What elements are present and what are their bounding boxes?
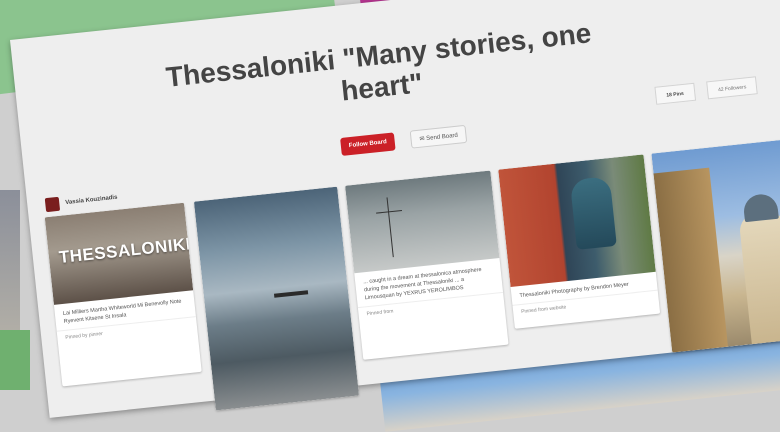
pin-card[interactable] <box>651 137 780 353</box>
follow-board-button[interactable]: Follow Board <box>340 132 396 156</box>
pin-card[interactable] <box>193 186 360 411</box>
owner-name[interactable]: Vassia Kouzinadis <box>65 195 118 206</box>
pin-image-text: THESSALONIKI <box>58 234 192 268</box>
send-board-button[interactable]: ✉ Send Board <box>409 124 468 149</box>
pin-card[interactable]: THESSALONIKI Lai Milliers Martha Whitewo… <box>44 202 202 387</box>
pin-image[interactable] <box>193 186 360 411</box>
pin-image[interactable] <box>498 154 656 288</box>
background-photo-left <box>0 190 20 350</box>
ship-silhouette <box>273 290 309 298</box>
background-green-bottom <box>0 330 30 390</box>
building-facade <box>653 167 728 353</box>
tower-silhouette <box>738 210 780 345</box>
statue-silhouette <box>569 176 617 250</box>
pin-image[interactable] <box>651 137 780 353</box>
pin-image[interactable] <box>345 170 500 274</box>
pin-card[interactable]: ... caught in a dream at thessalonica at… <box>345 170 509 360</box>
mast-silhouette <box>386 197 394 258</box>
dome-silhouette <box>742 192 779 223</box>
pin-card[interactable]: Thessaloniki Photography by Brendon Meye… <box>498 154 661 329</box>
tab-pins[interactable]: 18 Pins <box>654 82 696 105</box>
avatar[interactable] <box>44 196 61 213</box>
tab-followers[interactable]: 42 Followers <box>706 76 759 100</box>
board-title: Thessaloniki "Many stories, one heart" <box>164 17 593 107</box>
pin-image[interactable]: THESSALONIKI <box>44 202 194 305</box>
